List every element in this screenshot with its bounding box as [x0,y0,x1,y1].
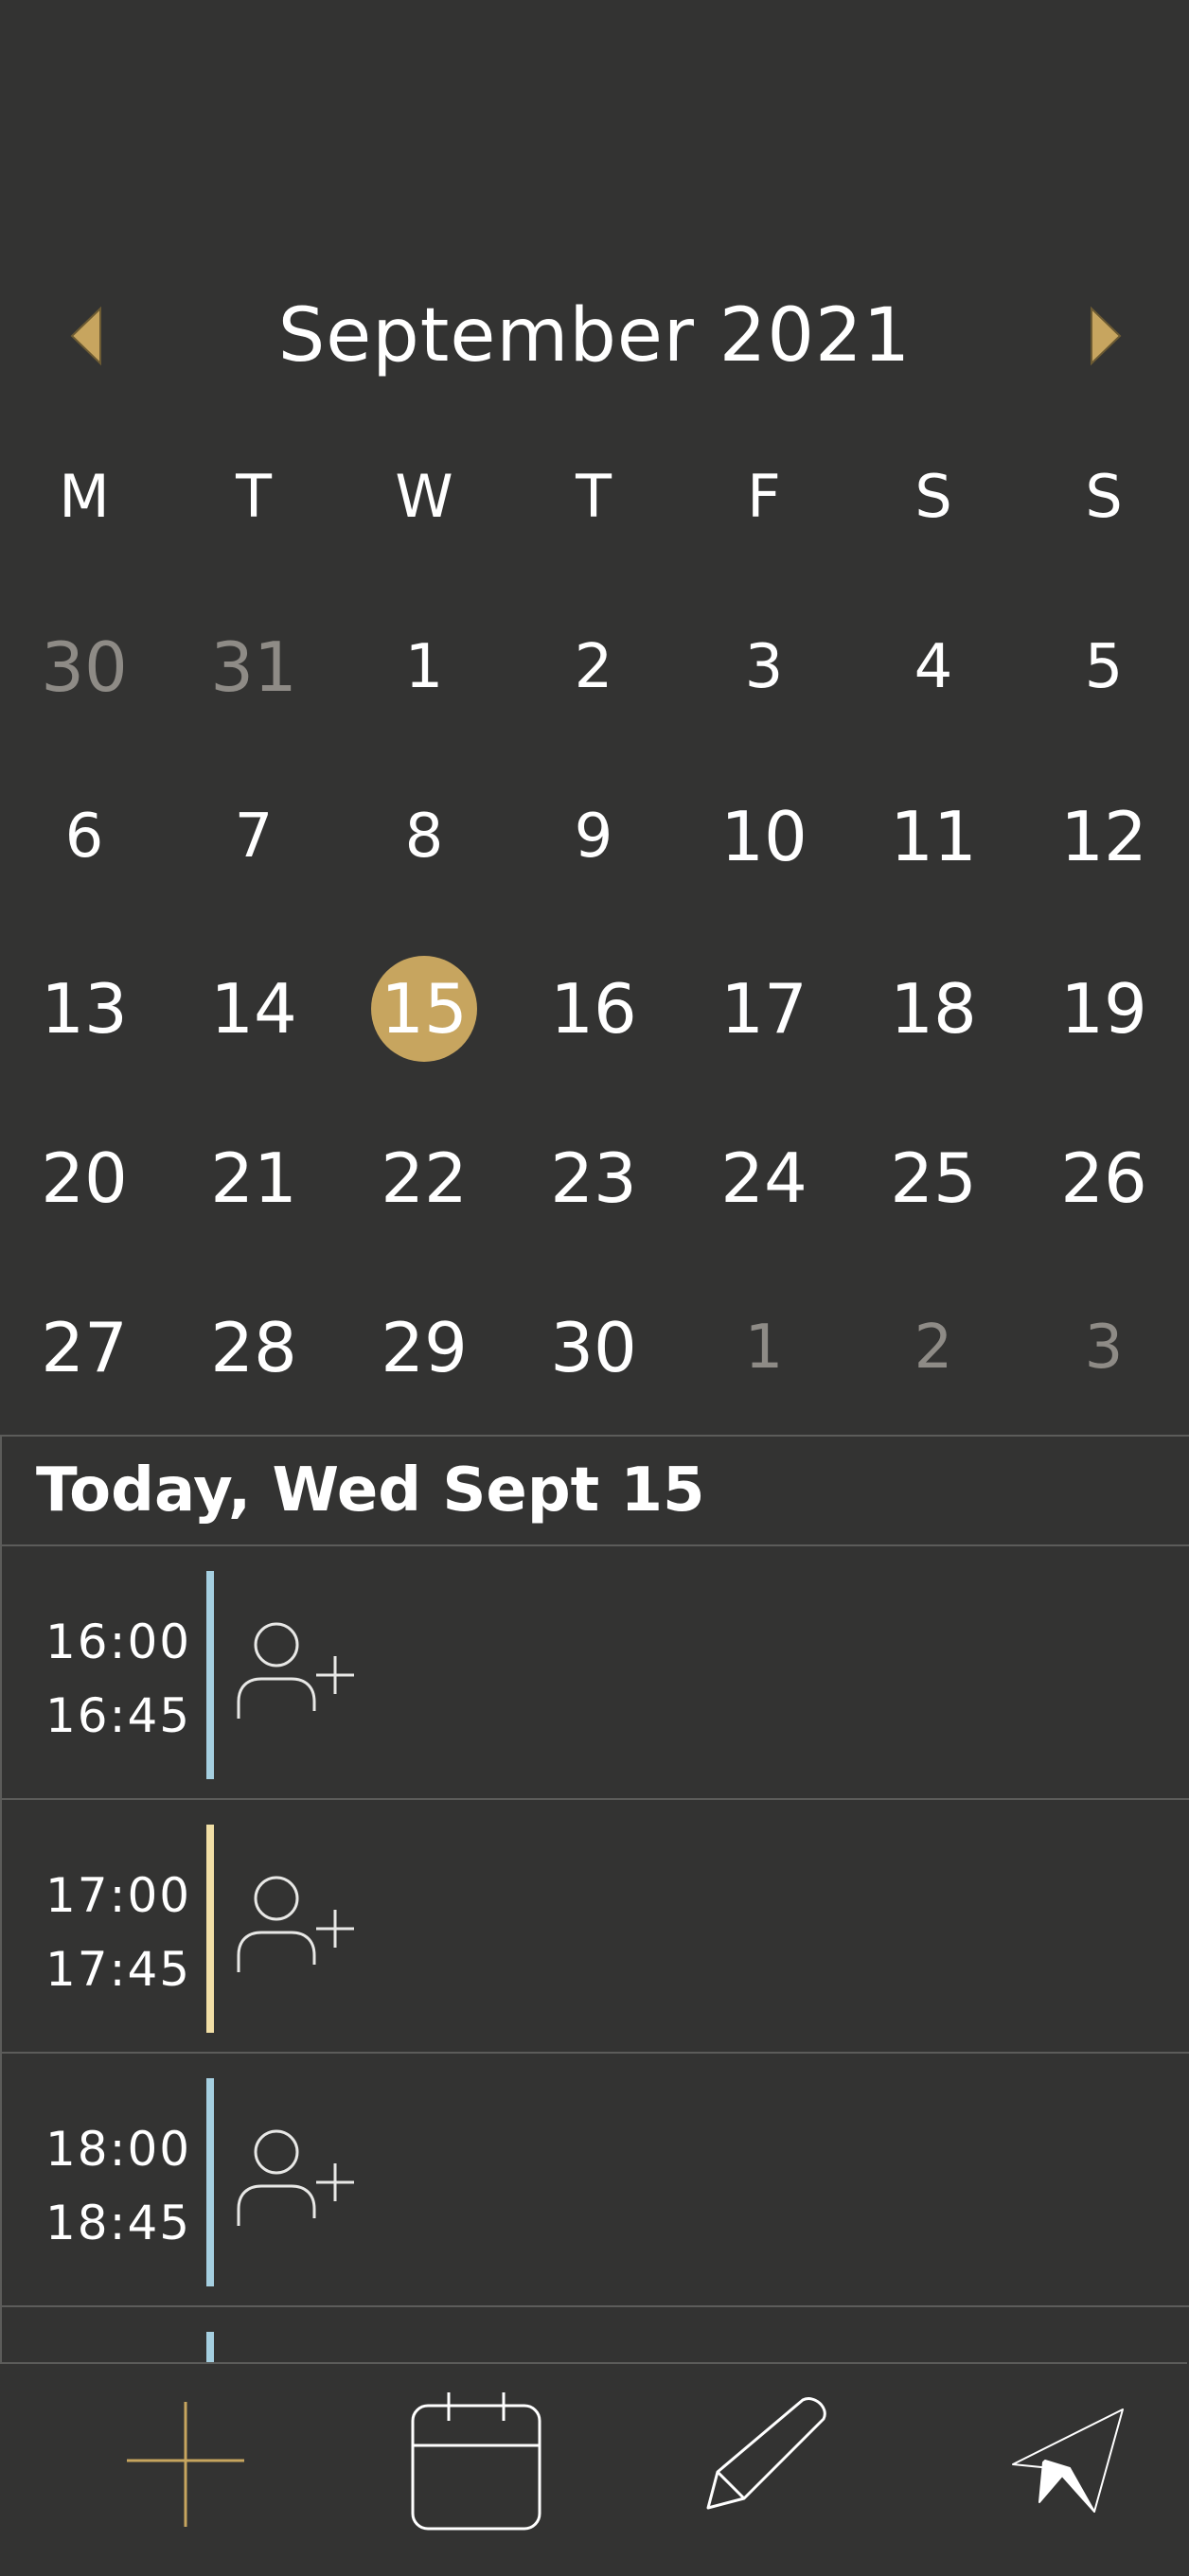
event-start-time: 17:00 [45,1868,192,1923]
send-button[interactable] [1009,2406,1128,2519]
day-cell[interactable]: 2 [509,610,679,724]
weekday-label: S [1085,462,1123,531]
event-end-time: 18:45 [45,2196,192,2250]
day-cell[interactable]: 4 [849,610,1019,724]
day-cell[interactable]: 17 [680,952,849,1066]
day-cell[interactable]: 1 [340,610,509,724]
day-cell-outside-month[interactable]: 2 [849,1291,1019,1404]
day-cell[interactable]: 6 [0,780,169,893]
day-cell[interactable]: 20 [0,1121,169,1235]
add-person-icon [237,2129,354,2226]
day-cell[interactable]: 11 [849,780,1019,893]
chevron-left-icon [70,306,101,366]
month-title: September 2021 [277,293,912,379]
event-color-bar [206,2078,214,2286]
calendar-button[interactable] [407,2391,545,2534]
day-cell-outside-month[interactable]: 31 [169,610,339,724]
day-cell[interactable]: 10 [680,780,849,893]
edit-button[interactable] [704,2394,837,2527]
plus-icon [127,2402,244,2527]
event-end-time: 16:45 [45,1688,192,1743]
day-cell[interactable]: 26 [1020,1121,1189,1235]
day-cell[interactable]: 30 [509,1291,679,1404]
calendar-icon [411,2392,541,2531]
event-row[interactable]: 16:00 16:45 [0,1544,1189,1798]
day-cell[interactable]: 16 [509,952,679,1066]
today-section-header: Today, Wed Sept 15 [0,1435,1189,1544]
weekday-label: T [576,462,612,531]
day-cell-today[interactable]: 15 [340,952,509,1066]
day-cell[interactable]: 13 [0,952,169,1066]
day-cell[interactable]: 8 [340,780,509,893]
event-color-bar [206,1571,214,1779]
previous-month-button[interactable] [55,303,121,369]
day-cell-outside-month[interactable]: 30 [0,610,169,724]
event-row[interactable]: 18:00 18:45 [0,2052,1189,2305]
day-cell[interactable]: 9 [509,780,679,893]
day-cell[interactable]: 22 [340,1121,509,1235]
pencil-icon [706,2397,826,2510]
day-cell[interactable]: 29 [340,1291,509,1404]
chevron-right-icon [1091,306,1122,366]
day-cell[interactable]: 23 [509,1121,679,1235]
add-person-button[interactable] [233,1620,356,1743]
event-start-time: 18:00 [45,2122,192,2177]
day-cell[interactable]: 7 [169,780,339,893]
add-person-button[interactable] [233,2127,356,2250]
day-cell[interactable]: 14 [169,952,339,1066]
day-cell[interactable]: 19 [1020,952,1189,1066]
day-cell[interactable]: 12 [1020,780,1189,893]
day-cell[interactable]: 21 [169,1121,339,1235]
event-start-time: 16:00 [45,1614,192,1669]
day-cell[interactable]: 24 [680,1121,849,1235]
add-person-icon [237,1622,354,1719]
weekday-label: W [395,462,453,531]
day-cell[interactable]: 25 [849,1121,1019,1235]
day-cell[interactable]: 27 [0,1291,169,1404]
weekday-label: S [914,462,952,531]
send-icon [1012,2408,1124,2513]
weekday-label: M [59,462,110,531]
event-color-bar [206,1825,214,2033]
today-title: Today, Wed Sept 15 [36,1456,705,1526]
add-person-icon [237,1876,354,1972]
day-cell-outside-month[interactable]: 1 [680,1291,849,1404]
add-button[interactable] [123,2398,246,2531]
next-month-button[interactable] [1073,303,1139,369]
event-row[interactable]: 17:00 17:45 [0,1798,1189,2052]
day-cell-outside-month[interactable]: 3 [1020,1291,1189,1404]
day-cell[interactable]: 3 [680,610,849,724]
weekday-label: F [747,462,781,531]
weekday-label: T [236,462,272,531]
day-cell[interactable]: 28 [169,1291,339,1404]
calendar-header: September 2021 [0,284,1189,388]
add-person-button[interactable] [233,1874,356,1997]
day-cell[interactable]: 5 [1020,610,1189,724]
bottom-nav-bar [0,2362,1187,2576]
weekday-row: MTWTFSS [0,454,1189,539]
event-end-time: 17:45 [45,1942,192,1997]
day-cell[interactable]: 18 [849,952,1019,1066]
